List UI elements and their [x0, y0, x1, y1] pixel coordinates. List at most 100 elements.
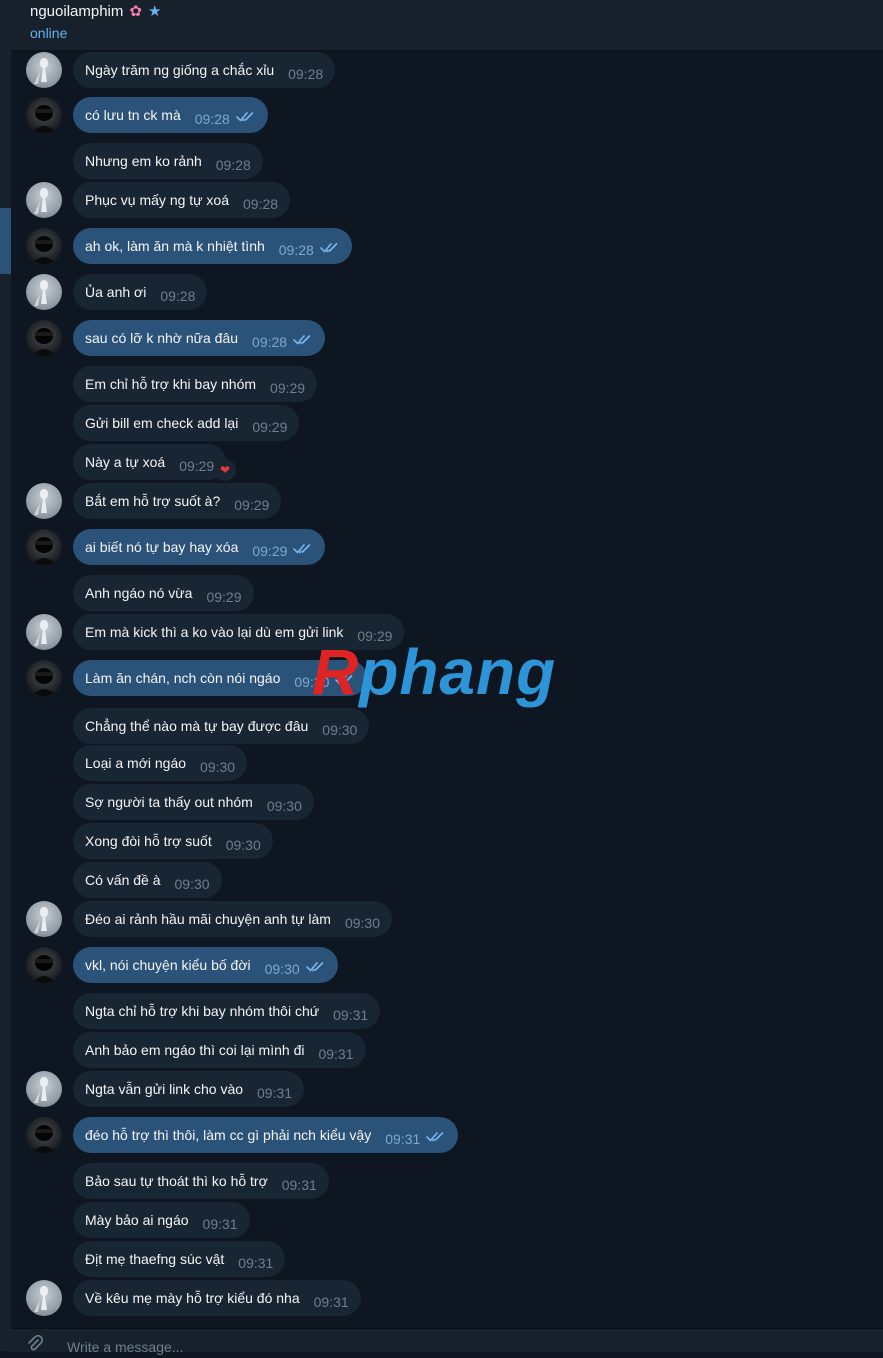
- contact-avatar[interactable]: [26, 1071, 62, 1107]
- message-time: 09:31: [318, 1046, 354, 1062]
- message-composer[interactable]: Write a message...: [11, 1328, 883, 1355]
- incoming-message-bubble[interactable]: Về kêu mẹ mày hỗ trợ kiểu đó nha 09:31: [73, 1280, 361, 1316]
- incoming-message-bubble[interactable]: Bắt em hỗ trợ suốt à? 09:29: [73, 483, 282, 519]
- message-input[interactable]: Write a message...: [67, 1339, 183, 1355]
- incoming-message-bubble[interactable]: Anh bảo em ngáo thì coi lại mình đi 09:31: [73, 1032, 366, 1068]
- message-row: Bắt em hỗ trợ suốt à? 09:29: [11, 483, 883, 519]
- left-panel-edge: [0, 0, 11, 1351]
- message-row: Về kêu mẹ mày hỗ trợ kiểu đó nha 09:31: [11, 1280, 883, 1316]
- message-time: 09:30: [200, 759, 236, 775]
- incoming-message-bubble[interactable]: Ngta chỉ hỗ trợ khi bay nhóm thôi chứ 09:…: [73, 993, 381, 1029]
- incoming-message-bubble[interactable]: Có vấn đề à 09:30: [73, 862, 222, 898]
- outgoing-message-bubble[interactable]: ah ok, làm ăn mà k nhiệt tình 09:28: [73, 228, 352, 264]
- outgoing-message-bubble[interactable]: sau có lỡ k nhờ nữa đâu 09:28: [73, 320, 326, 356]
- contact-avatar[interactable]: [26, 614, 62, 650]
- message-row: Địt mẹ thaefng súc vật 09:31: [11, 1241, 883, 1277]
- chat-header[interactable]: nguoilamphim ✿ ★ online: [11, 0, 883, 51]
- contact-avatar[interactable]: [26, 182, 62, 218]
- message-row: Nhưng em ko rảnh 09:28: [11, 143, 883, 179]
- contact-avatar[interactable]: [26, 483, 62, 519]
- message-row: Chẳng thể nào mà tự bay được đâu 09:30: [11, 708, 883, 744]
- message-time: 09:28: [160, 288, 196, 304]
- message-list[interactable]: Ngày trăm ng giống a chắc xỉu 09:28 có lưu…: [11, 51, 883, 1327]
- message-time: 09:29: [252, 543, 288, 559]
- self-avatar[interactable]: [26, 947, 62, 983]
- message-row: Ngày trăm ng giống a chắc xỉu 09:28: [11, 52, 883, 88]
- incoming-message-bubble[interactable]: Ngta vẫn gửi link cho vào 09:31: [73, 1071, 305, 1107]
- incoming-message-bubble[interactable]: Địt mẹ thaefng súc vật 09:31: [73, 1241, 286, 1277]
- incoming-message-bubble[interactable]: Này a tự xoá 09:29: [73, 444, 227, 480]
- message-time: 09:29: [234, 497, 270, 513]
- incoming-message-bubble[interactable]: Xong đòi hỗ trợ suốt 09:30: [73, 823, 273, 859]
- attach-icon[interactable]: [26, 1334, 44, 1358]
- message-row: Mày bảo ai ngáo 09:31: [11, 1202, 883, 1238]
- read-checkmarks-icon: [335, 673, 355, 691]
- outgoing-message-bubble[interactable]: Làm ăn chán, nch còn nói ngáo 09:30: [73, 660, 368, 696]
- self-avatar[interactable]: [26, 660, 62, 696]
- contact-avatar[interactable]: [26, 52, 62, 88]
- message-time: 09:31: [281, 1177, 317, 1193]
- incoming-message-bubble[interactable]: Em mà kick thì a ko vào lại dù em gửi li…: [73, 614, 405, 650]
- outgoing-message-bubble[interactable]: ai biết nó tự bay hay xóa 09:29: [73, 529, 326, 565]
- self-avatar[interactable]: [26, 97, 62, 133]
- message-time: 09:29: [206, 589, 242, 605]
- incoming-message-bubble[interactable]: Đéo ai rảnh hầu mãi chuyện anh tự làm 09:…: [73, 901, 393, 937]
- message-row: Ngta chỉ hỗ trợ khi bay nhóm thôi chứ 09:…: [11, 993, 883, 1029]
- message-text: Anh bảo em ngáo thì coi lại mình đi: [85, 1042, 305, 1058]
- contact-avatar[interactable]: [26, 274, 62, 310]
- incoming-message-bubble[interactable]: Chẳng thể nào mà tự bay được đâu 09:30: [73, 708, 370, 744]
- message-text: Bắt em hỗ trợ suốt à?: [85, 493, 221, 509]
- message-row: Bảo sau tự thoát thì ko hỗ trợ 09:31: [11, 1163, 883, 1199]
- message-time: 09:28: [194, 111, 230, 127]
- incoming-message-bubble[interactable]: Anh ngáo nó vừa 09:29: [73, 575, 254, 611]
- message-time: 09:30: [266, 798, 302, 814]
- heart-reaction-icon[interactable]: ❤: [214, 459, 236, 481]
- contact-status: online: [30, 25, 68, 41]
- message-text: Gửi bill em check add lại: [85, 415, 239, 431]
- self-avatar[interactable]: [26, 320, 62, 356]
- message-time: 09:30: [344, 915, 381, 931]
- message-time: 09:28: [278, 242, 314, 258]
- message-row: Ngta vẫn gửi link cho vào 09:31: [11, 1071, 883, 1107]
- incoming-message-bubble[interactable]: Phục vụ mấy ng tự xoá 09:28: [73, 182, 291, 218]
- message-text: Ngta chỉ hỗ trợ khi bay nhóm thôi chứ: [85, 1003, 320, 1019]
- outgoing-message-bubble[interactable]: có lưu tn ck mà 09:28: [73, 97, 268, 133]
- message-text: Địt mẹ thaefng súc vật: [85, 1251, 225, 1267]
- incoming-message-bubble[interactable]: Mày bảo ai ngáo 09:31: [73, 1202, 250, 1238]
- message-time: 09:30: [174, 876, 210, 892]
- message-time: 09:28: [243, 196, 279, 212]
- self-avatar[interactable]: [26, 228, 62, 264]
- outgoing-message-bubble[interactable]: vkl, nói chuyện kiểu bố đời 09:30: [73, 947, 338, 983]
- incoming-message-bubble[interactable]: Ủa anh ơi 09:28: [73, 274, 208, 310]
- message-text: đéo hỗ trợ thì thôi, làm cc gì phải nch …: [85, 1127, 372, 1143]
- message-row: Làm ăn chán, nch còn nói ngáo 09:30: [11, 660, 883, 696]
- incoming-message-bubble[interactable]: Em chỉ hỗ trợ khi bay nhóm 09:29: [73, 366, 318, 402]
- message-row: Có vấn đề à 09:30: [11, 862, 883, 898]
- incoming-message-bubble[interactable]: Sợ người ta thấy out nhóm 09:30: [73, 784, 314, 820]
- contact-avatar[interactable]: [26, 901, 62, 937]
- read-checkmarks-icon: [293, 333, 313, 351]
- message-text: Nhưng em ko rảnh: [85, 153, 202, 169]
- incoming-message-bubble[interactable]: Ngày trăm ng giống a chắc xỉu 09:28: [73, 52, 336, 88]
- message-text: Sợ người ta thấy out nhóm: [85, 794, 253, 810]
- message-text: Mày bảo ai ngáo: [85, 1212, 189, 1228]
- self-avatar[interactable]: [26, 529, 62, 565]
- message-time: 09:30: [322, 722, 358, 738]
- self-avatar[interactable]: [26, 1117, 62, 1153]
- message-time: 09:31: [238, 1255, 274, 1271]
- incoming-message-bubble[interactable]: Nhưng em ko rảnh 09:28: [73, 143, 263, 179]
- incoming-message-bubble[interactable]: Bảo sau tự thoát thì ko hỗ trợ 09:31: [73, 1163, 329, 1199]
- contact-name[interactable]: nguoilamphim: [30, 3, 123, 20]
- message-time: 09:29: [270, 380, 306, 396]
- message-row: Sợ người ta thấy out nhóm 09:30: [11, 784, 883, 820]
- outgoing-message-bubble[interactable]: đéo hỗ trợ thì thôi, làm cc gì phải nch …: [73, 1117, 459, 1153]
- message-time: 09:28: [288, 66, 324, 82]
- incoming-message-bubble[interactable]: Loại a mới ngáo 09:30: [73, 745, 248, 781]
- message-row: Này a tự xoá 09:29 ❤: [11, 444, 883, 481]
- message-time: 09:31: [202, 1216, 238, 1232]
- incoming-message-bubble[interactable]: Gửi bill em check add lại 09:29: [73, 405, 300, 441]
- message-text: Ngày trăm ng giống a chắc xỉu: [85, 62, 275, 78]
- message-row: ai biết nó tự bay hay xóa 09:29: [11, 529, 883, 565]
- message-text: sau có lỡ k nhờ nữa đâu: [85, 330, 239, 346]
- contact-avatar[interactable]: [26, 1280, 62, 1316]
